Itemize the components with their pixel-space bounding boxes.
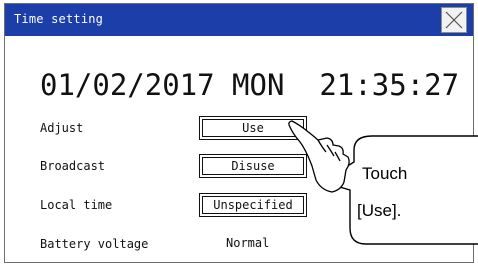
- pointing-hand-icon: [288, 120, 350, 193]
- callout-bubble: [320, 135, 478, 245]
- callout-line-1: Touch: [362, 164, 408, 183]
- callout-line-2: [Use].: [357, 201, 402, 220]
- callout-overlay: [288, 120, 478, 245]
